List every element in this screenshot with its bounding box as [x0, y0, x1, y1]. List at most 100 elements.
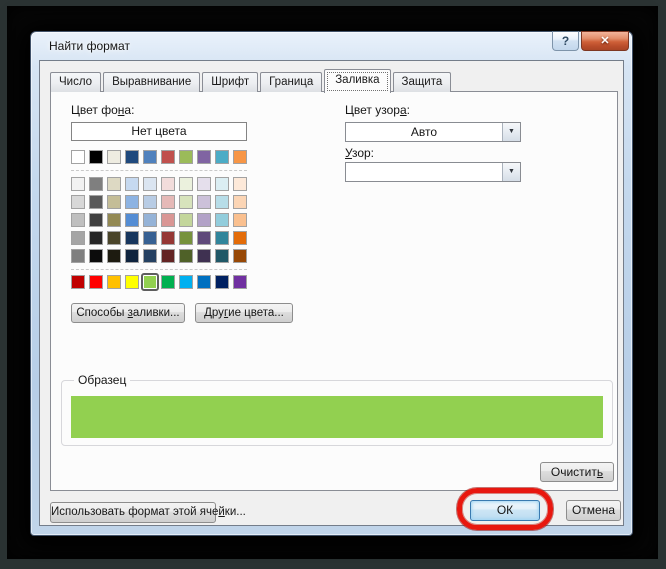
color-swatch[interactable] — [179, 150, 193, 164]
color-swatch[interactable] — [197, 150, 211, 164]
tab-number[interactable]: Число — [50, 72, 101, 92]
more-colors-button[interactable]: Другие цвета... — [195, 303, 293, 323]
color-swatch[interactable] — [89, 231, 103, 245]
color-swatch[interactable] — [215, 275, 229, 289]
color-swatch[interactable] — [107, 231, 121, 245]
color-swatch[interactable] — [161, 249, 175, 263]
ok-button[interactable]: ОК — [470, 500, 540, 521]
tab-fill[interactable]: Заливка — [324, 69, 390, 93]
tab-label: Шрифт — [211, 76, 249, 88]
no-color-button[interactable]: Нет цвета — [71, 122, 247, 141]
color-swatch[interactable] — [215, 213, 229, 227]
color-swatch[interactable] — [233, 177, 247, 191]
color-swatch[interactable] — [197, 231, 211, 245]
color-swatch[interactable] — [143, 177, 157, 191]
color-swatch[interactable] — [197, 177, 211, 191]
color-swatch[interactable] — [179, 275, 193, 289]
color-swatch[interactable] — [197, 195, 211, 209]
color-swatch[interactable] — [233, 213, 247, 227]
tab-bar: Число Выравнивание Шрифт ГраницаЗаливка Защи… — [50, 69, 453, 92]
color-swatch[interactable] — [125, 275, 139, 289]
color-swatch[interactable] — [179, 195, 193, 209]
color-swatch[interactable] — [71, 150, 85, 164]
color-swatch[interactable] — [161, 213, 175, 227]
clear-button[interactable]: Очистить — [540, 462, 614, 482]
color-swatch[interactable] — [143, 213, 157, 227]
tab-label: Защита — [402, 76, 443, 88]
pattern-color-select[interactable]: Авто ▼ — [345, 122, 521, 142]
window-title: Найти формат — [49, 39, 130, 53]
color-swatch[interactable] — [107, 213, 121, 227]
color-swatch[interactable] — [161, 195, 175, 209]
color-swatch[interactable] — [71, 213, 85, 227]
color-swatch[interactable] — [179, 213, 193, 227]
color-swatch[interactable] — [89, 275, 103, 289]
color-swatch[interactable] — [233, 150, 247, 164]
tab-protection[interactable]: Защита — [393, 72, 452, 92]
color-swatch[interactable] — [143, 249, 157, 263]
color-swatch[interactable] — [197, 275, 211, 289]
color-swatch[interactable] — [89, 195, 103, 209]
chevron-down-icon: ▼ — [502, 163, 520, 181]
color-swatch[interactable] — [161, 231, 175, 245]
color-swatch[interactable] — [215, 150, 229, 164]
color-swatch[interactable] — [71, 177, 85, 191]
use-cell-format-button[interactable]: Использовать формат этой ячейки... — [50, 502, 216, 523]
color-swatch[interactable] — [89, 213, 103, 227]
color-swatch[interactable] — [89, 150, 103, 164]
tab-font[interactable]: Шрифт — [202, 72, 258, 92]
color-swatch[interactable] — [143, 231, 157, 245]
color-swatch[interactable] — [71, 275, 85, 289]
help-button[interactable]: ? — [552, 31, 579, 51]
color-swatch[interactable] — [107, 150, 121, 164]
color-swatch[interactable] — [107, 249, 121, 263]
palette-divider — [71, 269, 247, 270]
color-swatch[interactable] — [161, 275, 175, 289]
fill-effects-button[interactable]: Способы заливки... — [71, 303, 185, 323]
color-swatch[interactable] — [71, 195, 85, 209]
color-swatch[interactable] — [125, 231, 139, 245]
screenshot-canvas: { "window": { "title": "Найти формат", "… — [0, 0, 666, 569]
close-button[interactable]: ✕ — [581, 31, 629, 51]
color-swatch[interactable] — [125, 249, 139, 263]
color-swatch[interactable] — [71, 249, 85, 263]
color-swatch[interactable] — [125, 213, 139, 227]
color-swatch[interactable] — [89, 249, 103, 263]
color-swatch[interactable] — [233, 231, 247, 245]
color-swatch[interactable] — [233, 249, 247, 263]
cancel-button[interactable]: Отмена — [566, 500, 621, 521]
color-swatch[interactable] — [125, 195, 139, 209]
color-swatch[interactable] — [179, 177, 193, 191]
color-swatch-selected[interactable] — [143, 275, 157, 289]
background-color-label: Цвет фона: — [71, 103, 247, 117]
color-swatch[interactable] — [107, 177, 121, 191]
color-swatch[interactable] — [215, 195, 229, 209]
color-swatch[interactable] — [107, 195, 121, 209]
color-swatch[interactable] — [215, 177, 229, 191]
color-swatch[interactable] — [161, 177, 175, 191]
color-swatch[interactable] — [143, 150, 157, 164]
color-swatch[interactable] — [179, 231, 193, 245]
color-swatch[interactable] — [71, 231, 85, 245]
tab-border[interactable]: Граница — [260, 72, 322, 92]
pattern-select[interactable]: ▼ — [345, 162, 521, 182]
color-swatch[interactable] — [197, 213, 211, 227]
color-swatch[interactable] — [161, 150, 175, 164]
color-swatch[interactable] — [233, 275, 247, 289]
color-swatch[interactable] — [179, 249, 193, 263]
color-swatch[interactable] — [107, 275, 121, 289]
color-swatch[interactable] — [215, 231, 229, 245]
color-swatch[interactable] — [197, 249, 211, 263]
color-swatch[interactable] — [125, 177, 139, 191]
pattern-color-label: Цвет узора: — [345, 103, 410, 117]
color-swatch[interactable] — [143, 195, 157, 209]
sample-fill-preview — [71, 396, 603, 438]
color-swatch[interactable] — [125, 150, 139, 164]
color-swatch[interactable] — [233, 195, 247, 209]
titlebar[interactable]: Найти формат — [31, 32, 632, 60]
color-swatch[interactable] — [89, 177, 103, 191]
palette-divider — [71, 170, 247, 171]
tab-alignment[interactable]: Выравнивание — [103, 72, 200, 92]
color-swatch[interactable] — [215, 249, 229, 263]
tab-label: Выравнивание — [112, 76, 191, 88]
